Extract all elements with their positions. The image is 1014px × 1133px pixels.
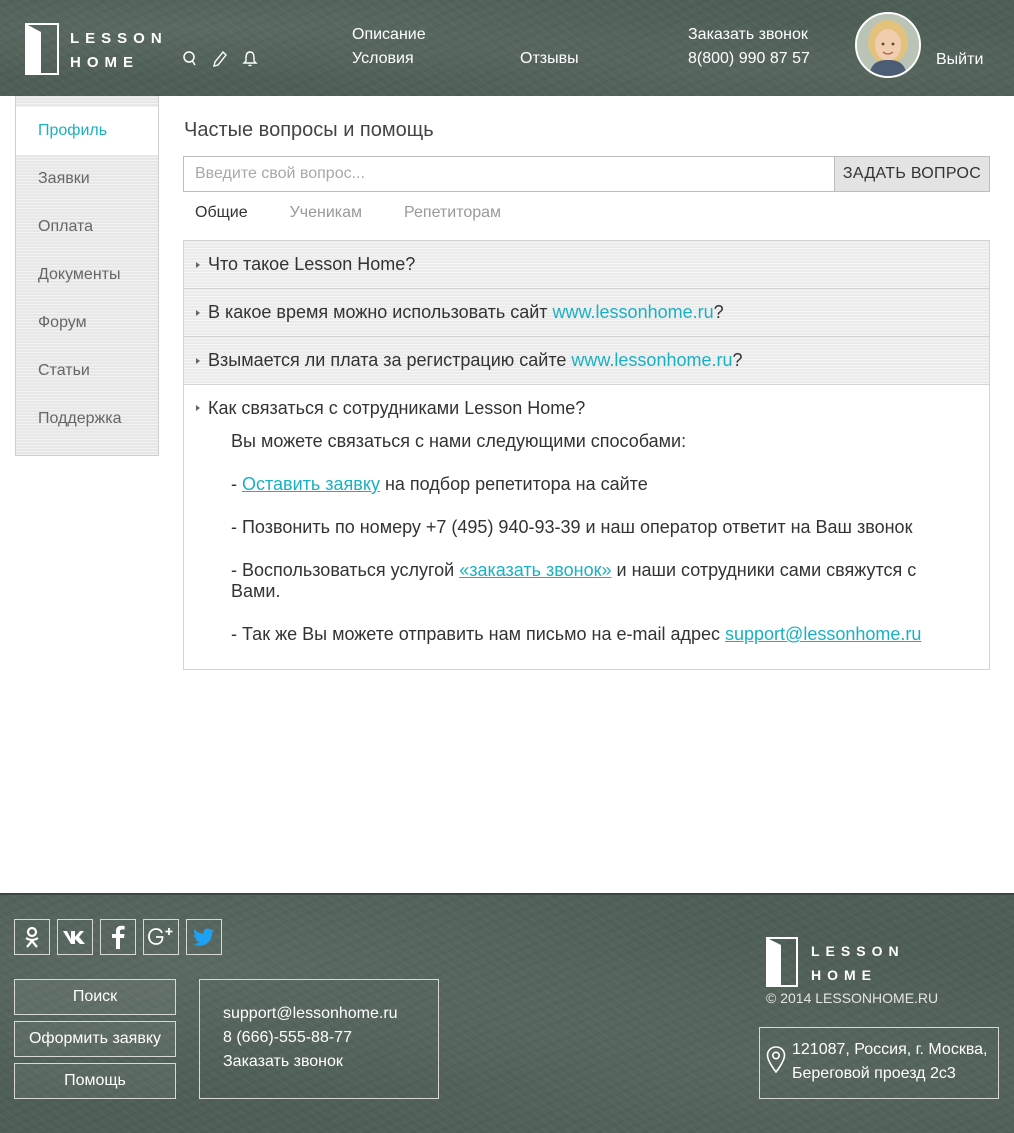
footer-address: 121087, Россия, г. Москва, Береговой про…	[759, 1027, 999, 1099]
nav-reviews-link[interactable]: Отзывы	[520, 50, 579, 68]
footer-logo-line1: LESSON	[811, 943, 905, 959]
pencil-icon[interactable]	[212, 50, 228, 68]
footer-contacts: support@lessonhome.ru 8 (666)-555-88-77 …	[199, 979, 439, 1099]
expand-arrow-icon	[196, 261, 200, 268]
faq-question: Как связаться с сотрудниками Lesson Home…	[208, 397, 586, 418]
site-link[interactable]: www.lessonhome.ru	[571, 350, 732, 370]
footer-search-button[interactable]: Поиск	[14, 979, 176, 1015]
header-icons	[182, 50, 258, 68]
page-title: Частые вопросы и помощь	[184, 119, 434, 141]
bell-icon[interactable]	[242, 50, 258, 68]
faq-item-expanded: Как связаться с сотрудниками Lesson Home…	[184, 385, 989, 669]
faq-tabs: Общие Ученикам Репетиторам	[195, 204, 543, 222]
answer-intro: Вы можете связаться с нами следующими сп…	[231, 431, 687, 451]
logo-text-line2: HOME	[70, 54, 139, 71]
question-search: ЗАДАТЬ ВОПРОС	[183, 156, 990, 192]
footer-callback-link[interactable]: Заказать звонок	[223, 1050, 438, 1074]
logo-text-line1: LESSON	[70, 30, 168, 47]
vk-icon[interactable]	[57, 919, 93, 955]
header-phone: 8(800) 990 87 57	[688, 50, 810, 67]
sidebar-item-requests[interactable]: Заявки	[16, 155, 158, 203]
avatar[interactable]	[855, 12, 921, 78]
expand-arrow-icon	[196, 309, 200, 316]
faq-question: В какое время можно использовать сайт ww…	[208, 302, 724, 322]
faq-list: Что такое Lesson Home? В какое время мож…	[183, 240, 990, 670]
answer-line-request: - Оставить заявку на подбор репетитора н…	[231, 474, 648, 494]
twitter-icon[interactable]	[186, 919, 222, 955]
logo[interactable]: LESSON HOME	[25, 23, 162, 75]
odnoklassniki-icon[interactable]	[14, 919, 50, 955]
sidebar-item-payment[interactable]: Оплата	[16, 203, 158, 251]
footer-apply-button[interactable]: Оформить заявку	[14, 1021, 176, 1057]
answer-line-phone: - Позвонить по номеру +7 (495) 940-93-39…	[231, 517, 913, 537]
tab-tutors[interactable]: Репетиторам	[404, 204, 501, 222]
leave-request-link[interactable]: Оставить заявку	[242, 474, 380, 494]
address-line-2: Береговой проезд 2с3	[792, 1065, 956, 1082]
facebook-icon[interactable]	[100, 919, 136, 955]
answer-line-email: - Так же Вы можете отправить нам письмо …	[231, 624, 922, 644]
order-callback-link[interactable]: «заказать звонок»	[459, 560, 611, 580]
sidebar-item-profile[interactable]: Профиль	[16, 107, 158, 155]
user-photo	[857, 14, 919, 76]
sidebar-item-documents[interactable]: Документы	[16, 251, 158, 299]
faq-item[interactable]: Взымается ли плата за регистрацию сайте …	[184, 337, 989, 385]
location-pin-icon	[766, 1046, 786, 1074]
search-icon[interactable]	[182, 50, 198, 68]
address-line-1: 121087, Россия, г. Москва,	[792, 1041, 988, 1058]
question-input[interactable]	[183, 156, 834, 192]
sidebar-item-forum[interactable]: Форум	[16, 299, 158, 347]
site-footer: Поиск Оформить заявку Помощь support@les…	[0, 893, 1014, 1133]
footer-buttons: Поиск Оформить заявку Помощь	[14, 979, 176, 1105]
google-plus-icon[interactable]	[143, 919, 179, 955]
tab-general[interactable]: Общие	[195, 204, 248, 222]
faq-item[interactable]: Что такое Lesson Home?	[184, 241, 989, 289]
sidebar-item-articles[interactable]: Статьи	[16, 347, 158, 395]
site-header: LESSON HOME Описание Условия Отзывы Зака…	[0, 0, 1014, 96]
logo-door-icon	[25, 23, 59, 75]
footer-phone: 8 (666)-555-88-77	[223, 1029, 352, 1046]
site-link[interactable]: www.lessonhome.ru	[553, 302, 714, 322]
logout-link[interactable]: Выйти	[936, 51, 983, 69]
footer-email-link[interactable]: support@lessonhome.ru	[223, 1002, 438, 1026]
faq-item-header[interactable]: Как связаться с сотрудниками Lesson Home…	[184, 385, 989, 431]
support-email-link[interactable]: support@lessonhome.ru	[725, 624, 921, 644]
faq-question: Взымается ли плата за регистрацию сайте …	[208, 350, 743, 370]
footer-logo-line2: HOME	[811, 967, 877, 983]
nav-callback-link[interactable]: Заказать звонок	[688, 26, 808, 44]
ask-question-button[interactable]: ЗАДАТЬ ВОПРОС	[834, 156, 990, 192]
footer-help-button[interactable]: Помощь	[14, 1063, 176, 1099]
sidebar: Профиль Заявки Оплата Документы Форум Ст…	[15, 96, 159, 456]
copyright: © 2014 LESSONHOME.RU	[766, 990, 939, 1006]
faq-answer: Вы можете связаться с нами следующими сп…	[184, 431, 989, 645]
sidebar-item-support[interactable]: Поддержка	[16, 395, 158, 443]
logo-door-icon	[766, 937, 798, 987]
nav-description-link[interactable]: Описание	[352, 26, 426, 44]
answer-line-callback: - Воспользоваться услугой «заказать звон…	[231, 560, 917, 601]
expand-arrow-icon	[196, 357, 200, 364]
expand-arrow-icon	[196, 405, 200, 411]
footer-logo[interactable]: LESSON HOME	[766, 937, 926, 987]
social-links	[14, 919, 222, 955]
faq-item[interactable]: В какое время можно использовать сайт ww…	[184, 289, 989, 337]
tab-students[interactable]: Ученикам	[290, 204, 362, 222]
faq-question: Что такое Lesson Home?	[208, 254, 416, 274]
nav-conditions-link[interactable]: Условия	[352, 50, 414, 68]
